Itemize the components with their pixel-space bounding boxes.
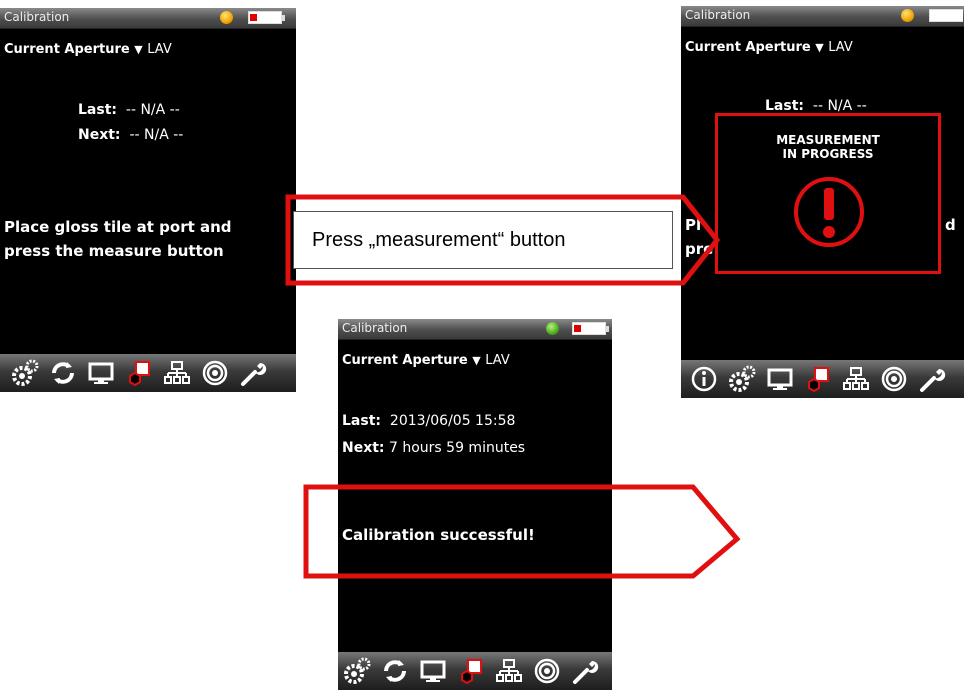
dropdown-arrow-icon[interactable]: ▼ <box>472 354 480 367</box>
target-icon[interactable] <box>875 362 913 396</box>
progress-text: MEASUREMENT IN PROGRESS <box>718 133 938 161</box>
next-label: Next: <box>78 127 121 143</box>
aperture-value: LAV <box>485 353 510 368</box>
next-label: Next: <box>342 440 385 456</box>
warning-icon <box>794 177 864 247</box>
battery-icon <box>929 9 963 22</box>
last-value: 2013/06/05 15:58 <box>389 413 516 429</box>
bottom-toolbar <box>681 360 964 398</box>
calibration-icon[interactable] <box>452 654 490 688</box>
info-icon[interactable] <box>685 362 723 396</box>
aperture-label: Current Aperture <box>4 42 130 57</box>
monitor-icon[interactable] <box>761 362 799 396</box>
next-value: -- N/A -- <box>129 127 184 143</box>
title-bar: Calibration <box>681 6 964 27</box>
network-icon[interactable] <box>158 356 196 390</box>
gears-icon[interactable] <box>723 362 761 396</box>
bottom-toolbar <box>338 652 612 690</box>
battery-icon <box>572 322 609 335</box>
progress-line-1: MEASUREMENT <box>776 133 880 147</box>
last-calibration: Last: -- N/A -- <box>765 98 867 114</box>
dropdown-arrow-icon[interactable]: ▼ <box>815 41 823 54</box>
calibration-icon[interactable] <box>120 356 158 390</box>
bottom-toolbar <box>0 354 296 392</box>
wrench-icon[interactable] <box>234 356 272 390</box>
window-title: Calibration <box>685 8 751 22</box>
aperture-value: LAV <box>147 42 172 57</box>
target-icon[interactable] <box>528 654 566 688</box>
press-measurement-callout: Press „measurement“ button <box>293 211 673 269</box>
wrench-icon[interactable] <box>913 362 951 396</box>
instruction-fragment-right: d <box>945 216 956 234</box>
next-calibration: Next: -- N/A -- <box>78 127 183 143</box>
aperture-selector[interactable]: Current Aperture ▼ LAV <box>4 42 172 57</box>
status-led-icon <box>546 322 559 335</box>
network-icon[interactable] <box>490 654 528 688</box>
status-led-icon <box>901 9 914 22</box>
status-led-icon <box>220 11 233 24</box>
last-label: Last: <box>765 98 804 114</box>
network-icon[interactable] <box>837 362 875 396</box>
progress-line-2: IN PROGRESS <box>782 147 874 161</box>
wrench-icon[interactable] <box>566 654 604 688</box>
calibration-screen-initial: Calibration Current Aperture ▼ LAV Last:… <box>0 8 296 392</box>
aperture-label: Current Aperture <box>685 40 811 55</box>
title-bar: Calibration <box>0 8 296 29</box>
target-icon[interactable] <box>196 356 234 390</box>
refresh-icon[interactable] <box>376 654 414 688</box>
aperture-selector[interactable]: Current Aperture ▼ LAV <box>685 40 853 55</box>
title-bar: Calibration <box>338 319 612 340</box>
last-value: -- N/A -- <box>812 98 867 114</box>
gears-icon[interactable] <box>6 356 44 390</box>
instruction-message: Place gloss tile at port and press the m… <box>4 215 232 263</box>
next-value: 7 hours 59 minutes <box>389 440 526 456</box>
battery-icon <box>248 11 285 24</box>
instruction-line-2: press the measure button <box>4 242 224 260</box>
window-title: Calibration <box>342 321 408 335</box>
window-title: Calibration <box>4 10 70 24</box>
dropdown-arrow-icon[interactable]: ▼ <box>134 43 142 56</box>
instruction-line-1: Place gloss tile at port and <box>4 218 232 236</box>
aperture-value: LAV <box>828 40 853 55</box>
next-calibration: Next: 7 hours 59 minutes <box>342 440 525 456</box>
aperture-label: Current Aperture <box>342 353 468 368</box>
aperture-selector[interactable]: Current Aperture ▼ LAV <box>342 353 510 368</box>
gears-icon[interactable] <box>338 654 376 688</box>
last-calibration: Last: 2013/06/05 15:58 <box>342 413 515 429</box>
refresh-icon[interactable] <box>44 356 82 390</box>
monitor-icon[interactable] <box>82 356 120 390</box>
calibration-icon[interactable] <box>799 362 837 396</box>
last-label: Last: <box>342 413 381 429</box>
last-label: Last: <box>78 102 117 118</box>
last-value: -- N/A -- <box>125 102 180 118</box>
measurement-progress-dialog: MEASUREMENT IN PROGRESS <box>715 113 941 274</box>
monitor-icon[interactable] <box>414 654 452 688</box>
success-callout-arrow <box>303 484 741 579</box>
last-calibration: Last: -- N/A -- <box>78 102 180 118</box>
